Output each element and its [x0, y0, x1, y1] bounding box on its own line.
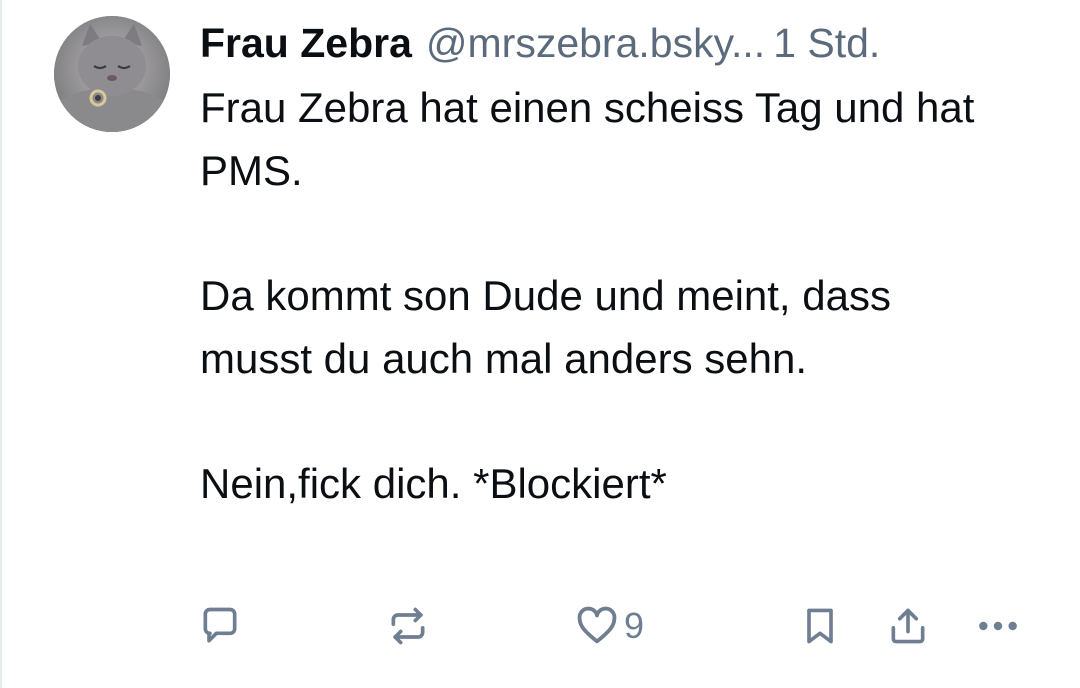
share-icon [891, 608, 925, 644]
heart-icon [577, 606, 617, 644]
post-header: Frau Zebra @mrszebra.bsky... 1 Std. [200, 14, 1040, 72]
repost-button[interactable] [386, 598, 430, 654]
cat-avatar-icon [54, 16, 170, 132]
avatar[interactable] [54, 16, 170, 132]
post-paragraph: Frau Zebra hat einen scheiss Tag und hat… [200, 84, 975, 194]
reply-button[interactable] [198, 598, 242, 654]
post-card[interactable]: Frau Zebra @mrszebra.bsky... 1 Std. Frau… [0, 0, 1080, 688]
post-timestamp[interactable]: 1 Std. [773, 14, 880, 72]
like-button[interactable]: 9 [574, 598, 644, 654]
post-actions: 9 [198, 598, 1038, 654]
repost-icon [391, 607, 425, 645]
more-options-button[interactable] [974, 598, 1022, 654]
post-paragraph: Da kommt son Dude und meint, dass musst … [200, 272, 891, 382]
author-display-name[interactable]: Frau Zebra [200, 14, 412, 72]
ellipsis-icon [979, 621, 1017, 631]
bookmark-icon [807, 608, 833, 644]
post-content: Frau Zebra @mrszebra.bsky... 1 Std. Frau… [200, 14, 1040, 515]
bookmark-button[interactable] [798, 598, 842, 654]
author-handle[interactable]: @mrszebra.bsky... [426, 14, 765, 72]
speech-bubble-icon [203, 607, 237, 643]
post-text: Frau Zebra hat einen scheiss Tag und hat… [200, 76, 1040, 515]
share-button[interactable] [886, 598, 930, 654]
like-count: 9 [624, 605, 645, 646]
post-paragraph: Nein,fick dich. *Blockiert* [200, 460, 667, 507]
